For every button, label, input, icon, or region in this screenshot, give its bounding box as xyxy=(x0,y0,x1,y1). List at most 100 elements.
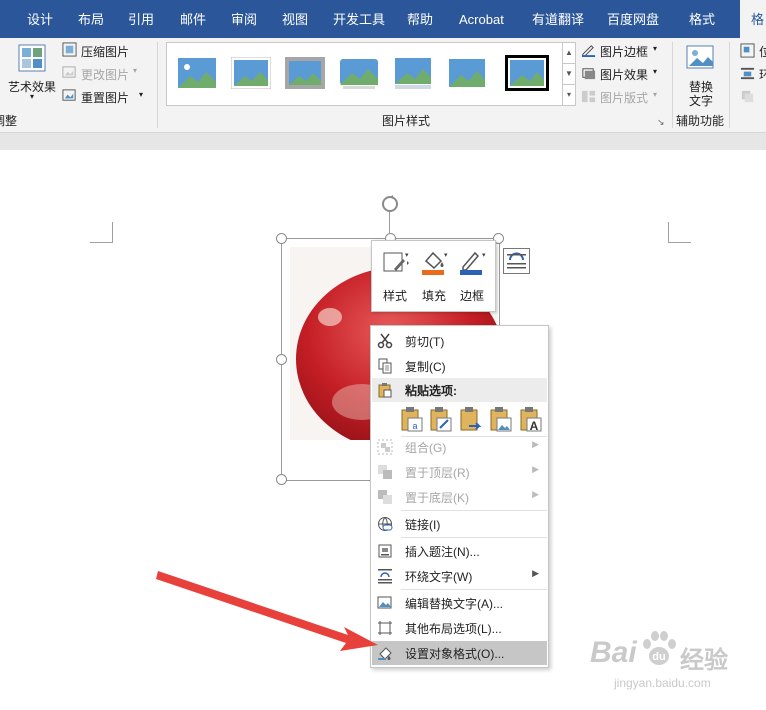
style-thumb-5[interactable] xyxy=(393,57,433,89)
tab-developer[interactable]: 开发工具 xyxy=(333,0,385,38)
menu-item-more-layout-options-label: 其他布局选项(L)... xyxy=(405,622,502,636)
paste-merge-format-icon[interactable] xyxy=(429,406,453,432)
tab-baidu-netdisk[interactable]: 百度网盘 xyxy=(607,0,659,38)
page-corner-mark xyxy=(90,222,113,243)
page-corner-mark xyxy=(668,222,691,243)
menu-separator xyxy=(401,537,547,538)
mini-fill-label: 填充 xyxy=(421,289,446,303)
menu-item-copy-label: 复制(C) xyxy=(405,360,446,374)
menu-item-edit-alt-text[interactable]: 编辑替换文字(A)... xyxy=(372,591,547,615)
menu-item-cut[interactable]: 剪切(T) xyxy=(372,329,547,353)
gallery-scroll-down-icon[interactable]: ▼ xyxy=(562,63,576,85)
compress-picture-button[interactable]: 压缩图片 xyxy=(81,43,129,60)
mini-style-dropdown-icon[interactable]: ▾ xyxy=(405,251,409,259)
art-effect-dropdown-icon[interactable]: ▾ xyxy=(30,92,34,101)
reset-picture-dropdown-icon[interactable]: ▾ xyxy=(139,90,143,99)
resize-handle-bottom-left[interactable] xyxy=(276,474,287,485)
tab-format[interactable]: 格式 xyxy=(689,0,715,38)
change-picture-dropdown-icon[interactable]: ▾ xyxy=(133,66,137,75)
tab-help[interactable]: 帮助 xyxy=(407,0,433,38)
tab-review[interactable]: 审阅 xyxy=(231,0,257,38)
tab-layout[interactable]: 布局 xyxy=(78,0,104,38)
style-thumb-6[interactable] xyxy=(447,57,487,89)
style-thumb-4[interactable] xyxy=(339,57,379,89)
tab-references[interactable]: 引用 xyxy=(128,0,154,38)
picture-layout-dropdown-icon[interactable]: ▾ xyxy=(653,90,657,99)
picture-layout-button[interactable]: 图片版式 xyxy=(600,89,648,106)
style-thumb-1[interactable] xyxy=(177,57,217,89)
mini-border-label: 边框 xyxy=(459,289,484,303)
mini-border-dropdown-icon[interactable]: ▾ xyxy=(482,251,486,259)
menu-item-insert-caption[interactable]: 插入题注(N)... xyxy=(372,539,547,563)
picture-border-icon xyxy=(581,45,596,57)
resize-handle-top-left[interactable] xyxy=(276,233,287,244)
paste-keep-format-icon[interactable]: a xyxy=(400,406,424,432)
send-to-back-icon xyxy=(378,490,392,504)
bring-to-front-icon xyxy=(378,465,392,479)
mini-toolbar: 样式 填充 边框 ▾ ▾ ▾ xyxy=(371,240,496,312)
change-picture-icon xyxy=(62,66,76,78)
bring-forward-icon xyxy=(741,90,754,103)
tab-youdao[interactable]: 有道翻译 xyxy=(532,0,584,38)
position-button[interactable]: 位 xyxy=(759,43,766,60)
mini-fill-dropdown-icon[interactable]: ▾ xyxy=(444,251,448,259)
picture-effect-button[interactable]: 图片效果 xyxy=(600,66,648,83)
svg-text:A: A xyxy=(530,419,539,432)
tab-mailings[interactable]: 邮件 xyxy=(180,0,206,38)
dialog-launcher-icon[interactable]: ↘ xyxy=(657,117,665,128)
alt-text-button-line2[interactable]: 文字 xyxy=(689,92,713,109)
group-separator xyxy=(729,42,730,128)
position-icon xyxy=(740,43,755,58)
tab-design[interactable]: 设计 xyxy=(27,0,53,38)
style-thumb-3[interactable] xyxy=(285,57,325,89)
menu-item-bring-to-front[interactable]: 置于顶层(R) ▶ xyxy=(372,460,547,484)
compress-icon xyxy=(62,42,77,57)
menu-item-group[interactable]: 组合(G) ▶ xyxy=(372,435,547,459)
art-effect-icon[interactable] xyxy=(16,44,48,74)
menu-item-format-object[interactable]: 设置对象格式(O)... xyxy=(372,641,547,665)
ribbon-body: 艺术效果 ▾ 压缩图片 更改图片 ▾ 重置图片 ▾ 调整 ▲ ▼ ▾ 图片边框 … xyxy=(0,38,766,133)
submenu-arrow-icon: ▶ xyxy=(532,489,539,499)
scissors-icon xyxy=(377,333,393,349)
resize-handle-left[interactable] xyxy=(276,354,287,365)
menu-item-more-layout-options[interactable]: 其他布局选项(L)... xyxy=(372,616,547,640)
menu-item-link-label: 链接(I) xyxy=(405,518,441,532)
picture-border-button[interactable]: 图片边框 xyxy=(600,43,648,60)
group-label-accessibility: 辅助功能 xyxy=(676,114,725,128)
picture-border-dropdown-icon[interactable]: ▾ xyxy=(653,44,657,53)
group-label-picture-styles: 图片样式 xyxy=(382,114,431,128)
gallery-scroll-up-icon[interactable]: ▲ xyxy=(562,42,576,64)
wrap-text-icon xyxy=(740,67,755,80)
style-thumb-2[interactable] xyxy=(231,57,271,89)
paste-link-icon[interactable] xyxy=(459,406,483,432)
menu-item-bring-to-front-label: 置于顶层(R) xyxy=(405,466,470,480)
document-top-margin xyxy=(0,133,766,150)
picture-style-gallery xyxy=(166,42,564,106)
reset-picture-button[interactable]: 重置图片 xyxy=(81,89,129,106)
clipboard-icon xyxy=(378,383,392,398)
insert-caption-icon xyxy=(378,544,392,558)
picture-effect-dropdown-icon[interactable]: ▾ xyxy=(653,67,657,76)
tab-format-active[interactable]: 格 xyxy=(740,0,766,38)
gallery-more-icon[interactable]: ▾ xyxy=(562,84,576,106)
layout-options-icon[interactable] xyxy=(503,248,530,274)
submenu-arrow-icon: ▶ xyxy=(532,439,539,449)
tab-acrobat[interactable]: Acrobat xyxy=(459,0,504,38)
paste-text-only-icon[interactable]: A xyxy=(519,406,543,432)
tab-view[interactable]: 视图 xyxy=(282,0,308,38)
menu-item-wrap-text-label: 环绕文字(W) xyxy=(405,570,473,584)
rotate-icon[interactable] xyxy=(380,194,400,214)
watermark-url: jingyan.baidu.com xyxy=(614,676,711,690)
link-icon xyxy=(378,517,393,531)
menu-separator xyxy=(401,589,547,590)
style-thumb-7[interactable] xyxy=(505,55,549,91)
menu-item-send-to-back[interactable]: 置于底层(K) ▶ xyxy=(372,485,547,509)
change-picture-button[interactable]: 更改图片 xyxy=(81,66,129,83)
alt-text-icon[interactable] xyxy=(685,44,715,74)
paste-picture-icon[interactable] xyxy=(489,406,513,432)
menu-item-copy[interactable]: 复制(C) xyxy=(372,354,547,378)
group-label-adjust: 调整 xyxy=(0,114,17,128)
wrap-text-button[interactable]: 环 xyxy=(759,66,766,83)
menu-item-link[interactable]: 链接(I) xyxy=(372,512,547,536)
menu-item-wrap-text[interactable]: 环绕文字(W) ▶ xyxy=(372,564,547,588)
